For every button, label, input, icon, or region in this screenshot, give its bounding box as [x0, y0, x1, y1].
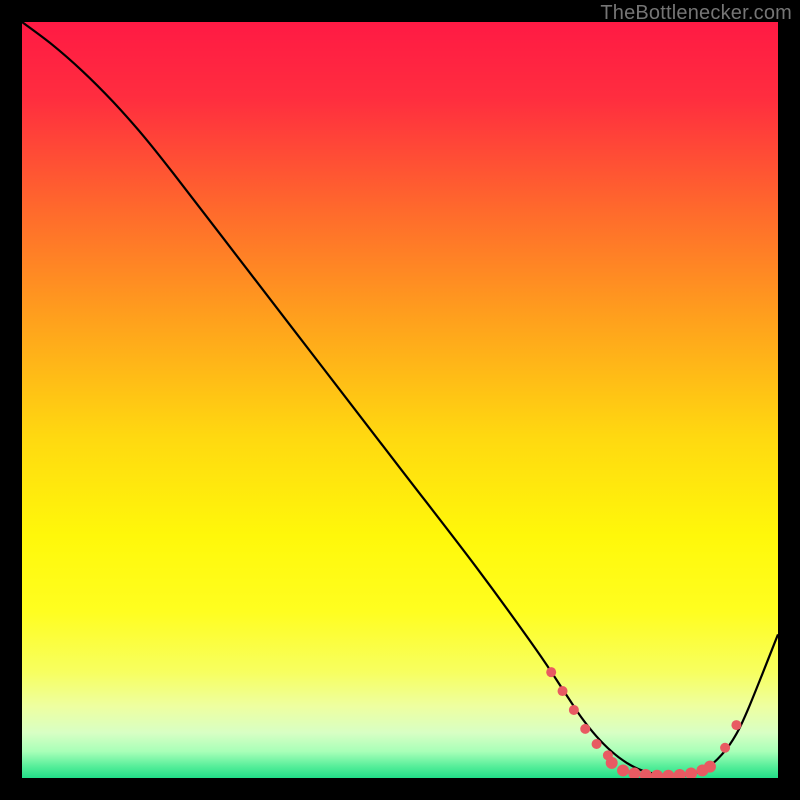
gradient-background [22, 22, 778, 778]
highlight-point [569, 705, 579, 715]
highlight-point [731, 720, 741, 730]
highlight-point [704, 761, 716, 773]
chart-frame: TheBottlenecker.com [0, 0, 800, 800]
highlight-point [617, 764, 629, 776]
highlight-point [558, 686, 568, 696]
highlight-point [592, 739, 602, 749]
highlight-point [546, 667, 556, 677]
highlight-point [580, 724, 590, 734]
highlight-point [606, 757, 618, 769]
highlight-point [720, 743, 730, 753]
bottleneck-chart [22, 22, 778, 778]
plot-area [22, 22, 778, 778]
